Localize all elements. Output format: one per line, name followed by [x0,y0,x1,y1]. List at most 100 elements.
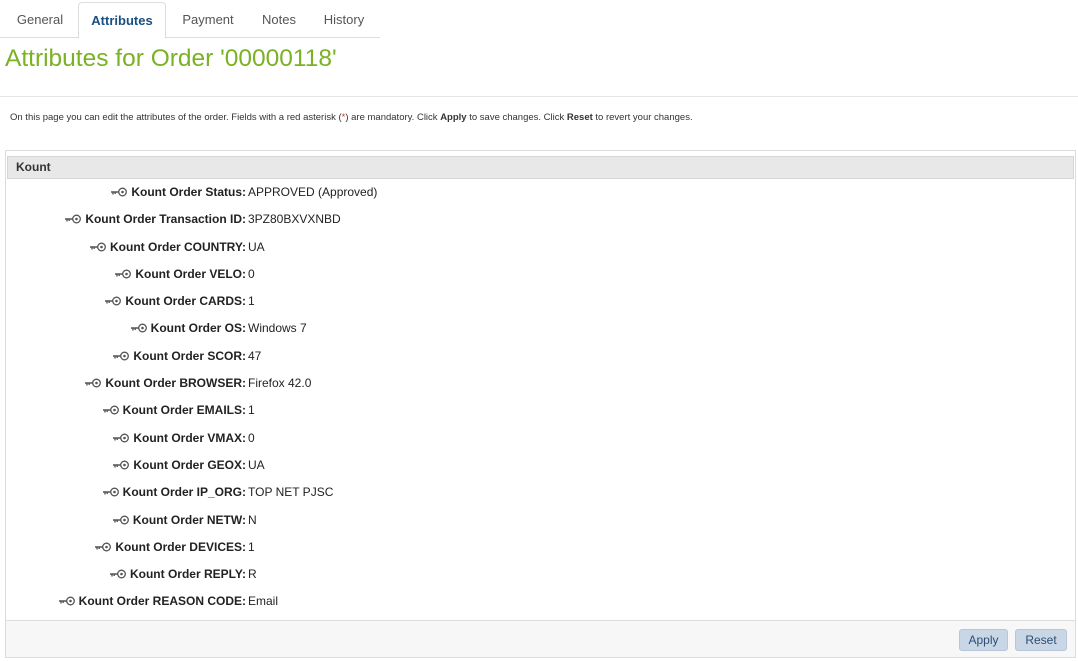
help-text-part: ) are mandatory. Click [345,112,441,123]
help-text: On this page you can edit the attributes… [10,112,693,123]
tab-attributes[interactable]: Attributes [78,2,166,39]
key-icon [102,404,120,415]
attribute-row: Kount Order REPLY: R [6,561,1073,588]
attribute-label: Kount Order REPLY: [109,567,246,581]
key-icon [112,432,130,443]
apply-button[interactable]: Apply [959,629,1008,651]
panel-footer: Apply Reset [6,620,1075,657]
tab-general[interactable]: General [6,2,74,38]
key-icon [112,459,130,470]
attribute-label-text: Kount Order NETW: [132,512,246,527]
attribute-row: Kount Order Status: APPROVED (Approved) [6,179,1073,206]
attribute-row: Kount Order GEOX: UA [6,452,1073,479]
tab-payment[interactable]: Payment [170,2,246,38]
attribute-label: Kount Order DEVICES: [94,540,246,554]
attribute-label-text: Kount Order VMAX: [133,430,246,445]
attribute-row: Kount Order COUNTRY: UA [6,234,1073,261]
title-divider [0,96,1078,97]
attribute-label-text: Kount Order Transaction ID: [85,212,246,227]
attribute-value: UA [248,457,265,472]
attribute-label: Kount Order EMAILS: [102,403,246,417]
key-icon [58,595,76,606]
attribute-row: Kount Order EMAILS: 1 [6,397,1073,424]
attribute-label: Kount Order COUNTRY: [89,240,246,254]
attribute-row: Kount Order REASON CODE: Email [6,588,1073,615]
key-icon [112,350,130,361]
attribute-row: Kount Order IP_ORG: TOP NET PJSC [6,479,1073,506]
attribute-value: Email [248,594,279,609]
attribute-label: Kount Order SCOR: [112,349,246,363]
help-apply-word: Apply [440,112,467,123]
key-icon [130,322,148,333]
attribute-label: Kount Order REASON CODE: [58,594,246,608]
attribute-label: Kount Order NETW: [112,513,246,527]
attribute-value: UA [248,239,265,254]
attribute-label: Kount Order BROWSER: [84,376,246,390]
attribute-label-text: Kount Order REPLY: [129,567,246,582]
key-icon [109,568,127,579]
attribute-label-text: Kount Order REASON CODE: [78,594,246,609]
attribute-label: Kount Order OS: [130,321,246,335]
attribute-row: Kount Order VELO: 0 [6,261,1073,288]
attribute-value: 0 [248,430,255,445]
attribute-value: 1 [248,403,255,418]
key-icon [112,514,130,525]
attribute-value: 3PZ80BXVXNBD [248,212,341,227]
attribute-label-text: Kount Order CARDS: [125,294,246,309]
key-icon [104,295,122,306]
attribute-label-text: Kount Order VELO: [135,266,246,281]
attribute-value: Firefox 42.0 [248,376,312,391]
attribute-label: Kount Order IP_ORG: [102,485,246,499]
reset-button[interactable]: Reset [1015,629,1067,651]
attribute-value: N [248,512,257,527]
attribute-value: TOP NET PJSC [248,485,334,500]
attribute-value: Windows 7 [248,321,307,336]
tab-history[interactable]: History [312,2,376,38]
attribute-rows: Kount Order Status: APPROVED (Approved) Ko… [6,179,1073,616]
attribute-label-text: Kount Order SCOR: [133,348,246,363]
attribute-row: Kount Order BROWSER: Firefox 42.0 [6,370,1073,397]
attribute-value: R [248,567,257,582]
help-reset-word: Reset [566,112,593,123]
attribute-label-text: Kount Order BROWSER: [105,376,246,391]
attribute-value: 0 [248,266,255,281]
attribute-row: Kount Order VMAX: 0 [6,425,1073,452]
attribute-label-text: Kount Order OS: [150,321,246,336]
attribute-label: Kount Order VMAX: [112,431,246,445]
key-icon [94,541,112,552]
key-icon [110,186,128,197]
attribute-value: APPROVED (Approved) [248,185,378,199]
page-title: Attributes for Order '00000118' [5,45,337,72]
attribute-label-text: Kount Order DEVICES: [115,539,246,554]
attribute-value: 47 [248,348,262,363]
attribute-value: 1 [248,539,255,554]
attribute-row: Kount Order SCOR: 47 [6,343,1073,370]
help-text-part: to revert your changes. [592,112,693,123]
key-icon [84,377,102,388]
help-text-part: On this page you can edit the attributes… [10,112,342,123]
tab-notes[interactable]: Notes [250,2,308,38]
attribute-row: Kount Order DEVICES: 1 [6,534,1073,561]
attribute-label: Kount Order Transaction ID: [64,212,246,226]
attribute-label-text: Kount Order IP_ORG: [122,485,246,500]
key-icon [64,213,82,224]
attribute-label: Kount Order GEOX: [112,458,246,472]
attribute-label: Kount Order CARDS: [104,294,246,308]
attribute-label-text: Kount Order GEOX: [133,457,246,472]
key-icon [89,241,107,252]
key-icon [102,486,120,497]
attribute-label: Kount Order VELO: [114,267,246,281]
attribute-row: Kount Order CARDS: 1 [6,288,1073,315]
attribute-row: Kount Order NETW: N [6,507,1073,534]
attribute-row: Kount Order OS: Windows 7 [6,315,1073,342]
tab-bar: General Attributes Payment Notes History [0,0,380,39]
attribute-row: Kount Order Transaction ID: 3PZ80BXVXNBD [6,206,1073,233]
help-text-part: to save changes. Click [466,112,567,123]
attribute-label-text: Kount Order Status: [131,185,246,199]
panel-header: Kount [7,156,1074,179]
key-icon [114,268,132,279]
attribute-label-text: Kount Order COUNTRY: [110,239,246,254]
attribute-label: Kount Order Status: [110,185,246,199]
attribute-value: 1 [248,294,255,309]
attribute-label-text: Kount Order EMAILS: [122,403,246,418]
